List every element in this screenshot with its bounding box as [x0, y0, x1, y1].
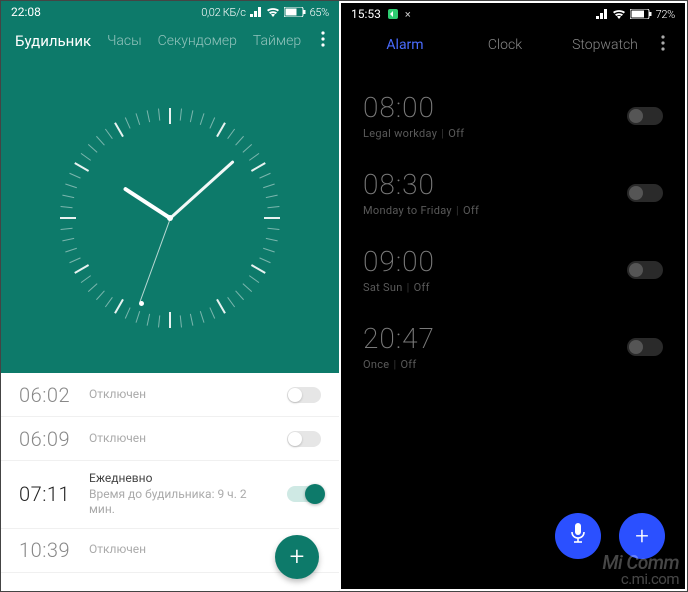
battery-icon — [630, 9, 652, 19]
tab-bar: Будильник Часы Секундомер Таймер — [1, 21, 339, 63]
alarm-row[interactable]: 08:30 Monday to Friday|Off — [341, 154, 685, 231]
alarm-time: 20:47 — [363, 322, 615, 355]
alarm-time: 07:11 — [19, 482, 75, 506]
tab-bar: Alarm Clock Stopwatch — [341, 23, 685, 71]
status-close-icon: × — [405, 8, 411, 21]
alarm-toggle[interactable] — [627, 261, 663, 279]
battery-icon — [284, 7, 306, 17]
clock-center-dot — [167, 215, 173, 221]
alarm-row[interactable]: 07:11 Ежедневно Время до будильника: 9 ч… — [1, 461, 339, 529]
more-menu-icon[interactable] — [655, 35, 671, 55]
signal-icon — [596, 9, 608, 19]
add-alarm-button[interactable]: + — [275, 535, 319, 579]
alarm-subtext: Legal workday|Off — [363, 127, 615, 140]
tab-clock[interactable]: Часы — [107, 33, 142, 49]
alarm-subtext: Monday to Friday|Off — [363, 204, 615, 217]
status-time: 22:08 — [11, 5, 41, 19]
phone-light-theme: 22:08 0,02 КБ/с 65% Будильник — [1, 1, 339, 591]
tab-stopwatch[interactable]: Stopwatch — [555, 37, 655, 53]
alarm-toggle[interactable] — [627, 338, 663, 356]
plus-icon: + — [635, 522, 649, 550]
status-time: 15:53 — [351, 7, 381, 21]
alarm-label: Ежедневно — [89, 471, 273, 487]
tab-clock[interactable]: Clock — [455, 37, 555, 53]
add-alarm-button[interactable]: + — [619, 513, 665, 559]
alarm-toggle[interactable] — [287, 387, 321, 403]
alarm-time: 06:09 — [19, 427, 75, 451]
alarm-subtext: Время до будильника: 9 ч. 2 мин. — [89, 487, 273, 518]
alarm-list[interactable]: 08:00 Legal workday|Off 08:30 Monday to … — [341, 71, 685, 391]
alarm-row[interactable]: 09:00 Sat Sun|Off — [341, 231, 685, 308]
status-bar: 22:08 0,02 КБ/с 65% — [1, 1, 339, 21]
clock-app-header: 22:08 0,02 КБ/с 65% Будильник — [1, 1, 339, 373]
alarm-time: 09:00 — [363, 245, 615, 278]
alarm-time: 06:02 — [19, 383, 75, 407]
alarm-row[interactable]: 06:09 Отключен — [1, 417, 339, 461]
alarm-toggle[interactable] — [627, 184, 663, 202]
alarm-time: 08:30 — [363, 168, 615, 201]
alarm-subtext: Sat Sun|Off — [363, 281, 615, 294]
status-battery-pct: 65% — [310, 6, 329, 19]
alarm-toggle[interactable] — [287, 431, 321, 447]
clock-alarm-marker-dot — [139, 301, 144, 306]
alarm-label: Отключен — [89, 387, 273, 403]
tab-timer[interactable]: Таймер — [253, 33, 301, 49]
alarm-subtext: Once|Off — [363, 358, 615, 371]
wifi-icon — [266, 7, 280, 17]
tab-alarm[interactable]: Будильник — [15, 32, 91, 50]
alarm-row[interactable]: 08:00 Legal workday|Off — [341, 77, 685, 154]
status-battery-pct: 72% — [656, 8, 675, 21]
more-menu-icon[interactable] — [317, 31, 329, 51]
alarm-time: 08:00 — [363, 91, 615, 124]
status-net-speed: 0,02 КБ/с — [201, 6, 245, 19]
voice-button[interactable] — [555, 513, 601, 559]
microphone-icon — [569, 522, 587, 550]
plus-icon: + — [290, 542, 305, 572]
alarm-toggle[interactable] — [627, 107, 663, 125]
wifi-icon — [612, 9, 626, 19]
status-bar: 15:53 × 72% — [341, 3, 685, 23]
analog-clock-face — [1, 63, 339, 373]
alarm-row[interactable]: 20:47 Once|Off — [341, 308, 685, 385]
tab-stopwatch[interactable]: Секундомер — [158, 33, 237, 49]
alarm-row[interactable]: 06:02 Отключен — [1, 373, 339, 417]
tab-alarm[interactable]: Alarm — [355, 37, 455, 53]
signal-icon — [250, 7, 262, 17]
phone-dark-theme: 15:53 × 72% Alarm Clock — [339, 1, 687, 591]
status-app-indicator-icon — [387, 8, 399, 20]
alarm-time: 10:39 — [19, 538, 75, 562]
alarm-toggle[interactable] — [287, 486, 321, 502]
alarm-label: Отключен — [89, 431, 273, 447]
